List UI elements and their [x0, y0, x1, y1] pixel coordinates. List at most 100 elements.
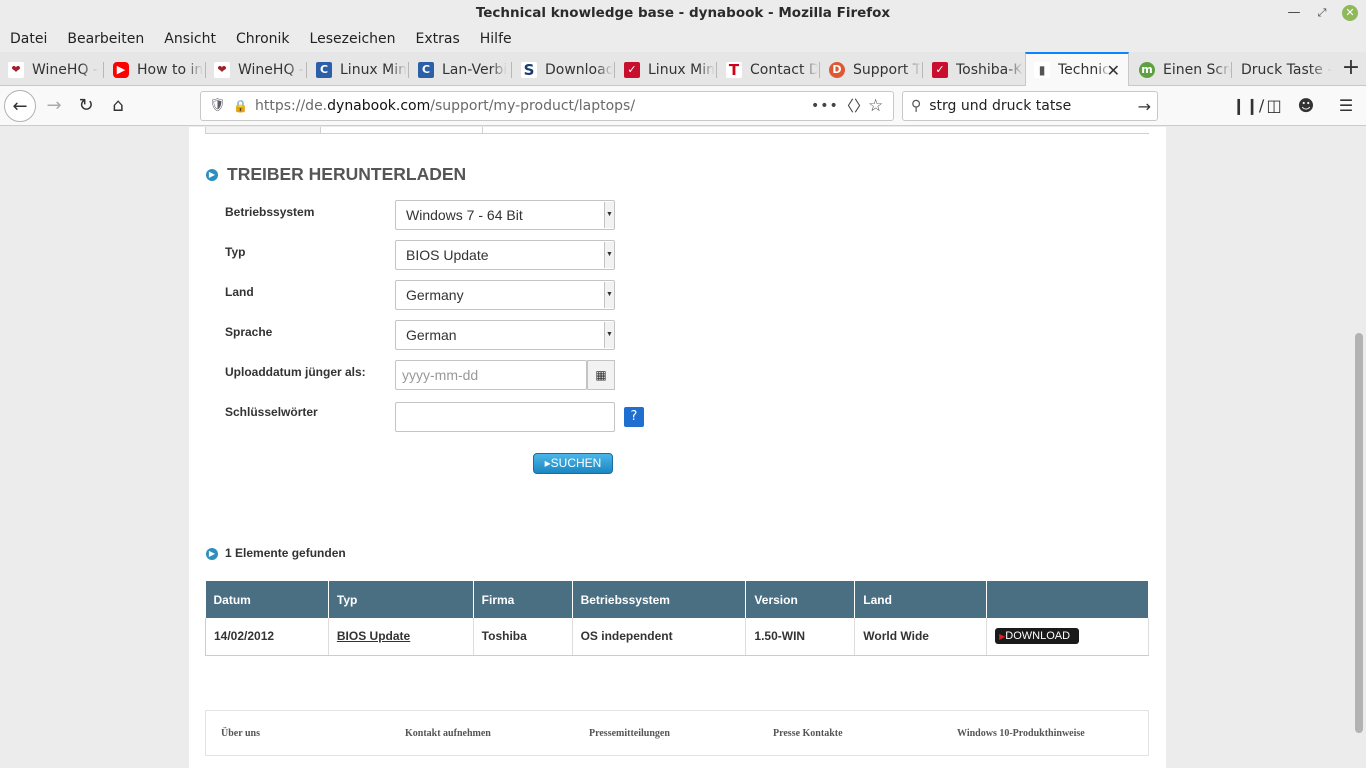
download-button[interactable]: ▶DOWNLOAD: [995, 628, 1080, 645]
close-window-icon[interactable]: ✕: [1342, 5, 1358, 21]
col-os-header: Betriebssystem: [572, 581, 747, 618]
col-action-header: [986, 581, 1149, 618]
page-actions-icon[interactable]: •••: [811, 92, 839, 120]
footer-link-windows10[interactable]: Windows 10-Produkthinweise: [957, 728, 1141, 739]
search-icon: ⚲: [911, 98, 922, 114]
upload-date-input[interactable]: [395, 360, 587, 390]
chevron-down-icon: ▼: [604, 282, 614, 308]
cell-os: OS independent: [572, 618, 747, 656]
footer-link-press-contacts[interactable]: Presse Kontakte: [773, 728, 957, 739]
youtube-icon: ▶: [113, 61, 129, 78]
url-text[interactable]: https://de.dynabook.com/support/my-produ…: [255, 98, 635, 114]
tab-linux-mint-1[interactable]: C Linux Min: [308, 54, 408, 85]
search-go-arrow-icon[interactable]: →: [1138, 97, 1151, 116]
duckduckgo-icon: D: [829, 61, 845, 78]
window-title: Technical knowledge base - dynabook - Mo…: [475, 5, 891, 21]
forward-arrow-icon[interactable]: →: [38, 90, 70, 122]
pocket-icon[interactable]: 〈〉: [839, 92, 869, 120]
menu-extras[interactable]: Extras: [416, 26, 460, 52]
results-bullet-icon: ▶: [206, 548, 218, 560]
navigation-toolbar: ← → ↻ ⌂ 🛡 🔒 https://de.dynabook.com/supp…: [0, 86, 1366, 126]
col-type-header: Typ: [328, 581, 474, 618]
library-icon[interactable]: ❙❙∕: [1232, 96, 1264, 116]
tab-winehq-2[interactable]: ❤ WineHQ -: [206, 54, 306, 85]
tab-druck-taste[interactable]: Druck Taste -: [1233, 54, 1333, 85]
page-content: ▶ TREIBER HERUNTERLADEN Betriebssystem W…: [189, 127, 1166, 768]
bios-update-link[interactable]: BIOS Update: [337, 629, 410, 643]
country-label: Land: [225, 285, 254, 299]
search-button[interactable]: ▸SUCHEN: [533, 453, 613, 474]
bookmark-star-icon[interactable]: ☆: [868, 92, 883, 120]
results-table: Datum Typ Firma Betriebssystem Version L…: [205, 581, 1149, 656]
wine-icon: ❤: [8, 61, 24, 78]
tab-strip: ❤ WineHQ - ▶ How to in ❤ WineHQ - C Linu…: [0, 52, 1366, 86]
cb-icon: C: [418, 61, 434, 78]
tracking-shield-icon[interactable]: 🛡: [209, 98, 226, 114]
country-select[interactable]: Germany ▼: [395, 280, 615, 310]
tab-linux-mint-2[interactable]: ✓ Linux Min: [616, 54, 716, 85]
scrollbar[interactable]: [1352, 127, 1366, 768]
menu-datei[interactable]: Datei: [10, 26, 47, 52]
type-label: Typ: [225, 245, 246, 259]
calendar-icon[interactable]: ▦: [587, 360, 615, 390]
minimize-icon[interactable]: —: [1284, 3, 1304, 23]
language-label: Sprache: [225, 325, 273, 339]
page-tabs-remnant: [205, 127, 1149, 134]
home-icon[interactable]: ⌂: [102, 90, 134, 122]
tab-contact[interactable]: T Contact D: [718, 54, 818, 85]
chevron-down-icon: ▼: [604, 322, 614, 348]
search-bar[interactable]: ⚲ →: [902, 91, 1158, 121]
window-titlebar: Technical knowledge base - dynabook - Mo…: [0, 0, 1366, 26]
url-bar[interactable]: 🛡 🔒 https://de.dynabook.com/support/my-p…: [200, 91, 894, 121]
footer-link-about[interactable]: Über uns: [221, 728, 405, 739]
menu-ansicht[interactable]: Ansicht: [164, 26, 216, 52]
back-arrow-icon[interactable]: ←: [4, 90, 36, 122]
cell-version: 1.50-WIN: [745, 618, 856, 656]
menu-bearbeiten[interactable]: Bearbeiten: [67, 26, 144, 52]
language-select[interactable]: German ▼: [395, 320, 615, 350]
s-icon: S: [521, 61, 537, 78]
cell-action: ▶DOWNLOAD: [986, 618, 1149, 656]
account-icon[interactable]: ☻: [1296, 96, 1316, 116]
upload-date-label: Uploaddatum jünger als:: [225, 365, 366, 379]
tab-winehq-1[interactable]: ❤ WineHQ -: [0, 54, 102, 85]
footer-link-contact[interactable]: Kontakt aufnehmen: [405, 728, 589, 739]
hamburger-menu-icon[interactable]: ☰: [1336, 96, 1356, 116]
reload-icon[interactable]: ↻: [70, 90, 102, 122]
menu-chronik[interactable]: Chronik: [236, 26, 290, 52]
cell-country: World Wide: [854, 618, 988, 656]
scrollbar-thumb[interactable]: [1355, 333, 1363, 733]
os-label: Betriebssystem: [225, 205, 315, 219]
keywords-label: Schlüsselwörter: [225, 405, 318, 419]
maximize-icon[interactable]: ⤢: [1312, 3, 1332, 23]
keywords-input[interactable]: [395, 402, 615, 432]
close-tab-icon[interactable]: ✕: [1107, 61, 1120, 80]
footer-link-press-releases[interactable]: Pressemitteilungen: [589, 728, 773, 739]
os-select[interactable]: Windows 7 - 64 Bit ▼: [395, 200, 615, 230]
footer-links: Über uns Kontakt aufnehmen Pressemitteil…: [205, 710, 1149, 756]
tab-toshiba[interactable]: ✓ Toshiba-K: [924, 54, 1024, 85]
type-select[interactable]: BIOS Update ▼: [395, 240, 615, 270]
new-tab-icon[interactable]: +: [1336, 52, 1366, 86]
sidebar-icon[interactable]: ◫: [1264, 96, 1284, 116]
tab-einen-screenshot[interactable]: m Einen Scre: [1131, 54, 1231, 85]
menu-bar: Datei Bearbeiten Ansicht Chronik Lesezei…: [0, 26, 1366, 52]
tab-support[interactable]: D Support T: [821, 54, 921, 85]
search-input[interactable]: [929, 98, 1130, 114]
toshiba-icon: ✓: [932, 61, 948, 78]
menu-hilfe[interactable]: Hilfe: [480, 26, 512, 52]
menu-lesezeichen[interactable]: Lesezeichen: [310, 26, 396, 52]
table-header-row: Datum Typ Firma Betriebssystem Version L…: [205, 581, 1149, 618]
mint-icon: m: [1139, 61, 1155, 78]
results-count: 1 Elemente gefunden: [225, 546, 346, 560]
chevron-down-icon: ▼: [604, 242, 614, 268]
col-country-header: Land: [854, 581, 988, 618]
tab-download[interactable]: S Download: [513, 54, 613, 85]
dynabook-icon: ▮: [1034, 62, 1050, 78]
lock-icon[interactable]: 🔒: [233, 99, 248, 113]
section-bullet-icon: ▶: [206, 169, 218, 181]
tab-how-to[interactable]: ▶ How to in: [105, 54, 205, 85]
help-icon[interactable]: ?: [624, 407, 644, 427]
tab-lan-verbindung[interactable]: C Lan-Verbi: [410, 54, 510, 85]
tab-technical-active[interactable]: ▮ Technic ✕: [1025, 52, 1129, 86]
